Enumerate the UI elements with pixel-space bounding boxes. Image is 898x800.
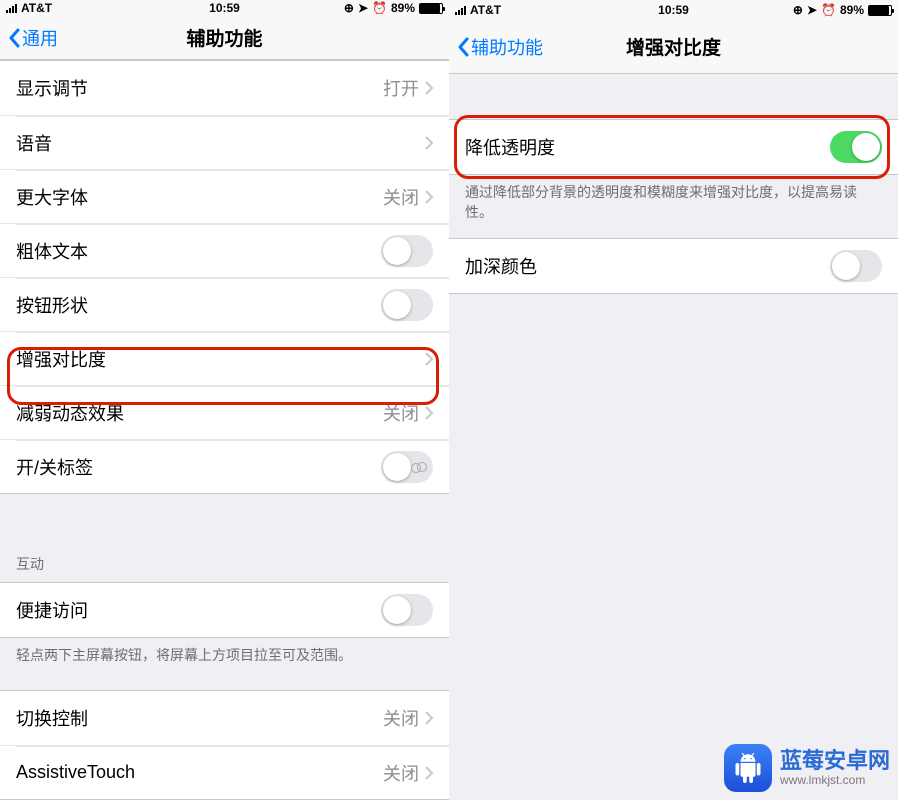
darken-colors-toggle[interactable] xyxy=(830,250,882,282)
row-label: 增强对比度 xyxy=(16,346,425,372)
row-label: 加深颜色 xyxy=(465,253,830,279)
chevron-right-icon xyxy=(425,766,433,780)
watermark-android-icon xyxy=(724,744,772,792)
row-display-accommodations[interactable]: 显示调节 打开 xyxy=(0,61,449,115)
row-label: 便捷访问 xyxy=(16,597,381,623)
reduce-transparency-footer: 通过降低部分背景的透明度和模糊度来增强对比度，以提高易读性。 xyxy=(449,175,898,238)
row-button-shapes[interactable]: 按钮形状 xyxy=(0,277,449,331)
chevron-right-icon xyxy=(425,81,433,95)
row-label: 更大字体 xyxy=(16,184,383,210)
row-label: 语音 xyxy=(16,130,425,156)
bold-text-toggle[interactable] xyxy=(381,235,433,267)
back-button[interactable]: 通用 xyxy=(0,25,58,51)
row-reduce-transparency[interactable]: 降低透明度 xyxy=(449,120,898,174)
back-label: 辅助功能 xyxy=(471,34,543,60)
group-interaction-2: 切换控制 关闭 AssistiveTouch 关闭 xyxy=(0,690,449,800)
row-label: AssistiveTouch xyxy=(16,762,383,783)
battery-icon xyxy=(419,3,443,14)
row-label: 显示调节 xyxy=(16,75,383,101)
chevron-left-icon xyxy=(457,37,469,57)
chevron-right-icon xyxy=(425,136,433,150)
battery-icon xyxy=(868,5,892,16)
watermark-title: 蓝莓安卓网 xyxy=(780,749,890,773)
watermark: 蓝莓安卓网 www.lmkjst.com xyxy=(724,744,890,792)
chevron-right-icon xyxy=(425,352,433,366)
status-time: 10:59 xyxy=(0,1,449,15)
row-increase-contrast[interactable]: 增强对比度 xyxy=(0,331,449,385)
watermark-url: www.lmkjst.com xyxy=(780,774,890,787)
status-bar: AT&T 10:59 ⊕ ➤ ⏰ 89% xyxy=(449,0,898,20)
section-header-interaction: 互动 xyxy=(0,494,449,582)
page-title: 辅助功能 xyxy=(0,24,449,51)
reachability-footer: 轻点两下主屏幕按钮，将屏幕上方项目拉至可及范围。 xyxy=(0,638,449,682)
back-button[interactable]: 辅助功能 xyxy=(449,34,543,60)
row-value: 关闭 xyxy=(383,705,419,731)
nav-bar: 通用 辅助功能 xyxy=(0,16,449,60)
phone-right: AT&T 10:59 ⊕ ➤ ⏰ 89% 辅助功能 增强对比度 降低透明度 通过… xyxy=(449,0,898,800)
row-reachability[interactable]: 便捷访问 xyxy=(0,583,449,637)
row-value: 关闭 xyxy=(383,400,419,426)
row-value: 关闭 xyxy=(383,184,419,210)
chevron-right-icon xyxy=(425,190,433,204)
row-darken-colors[interactable]: 加深颜色 xyxy=(449,239,898,293)
row-label: 开/关标签 xyxy=(16,454,381,480)
row-value: 关闭 xyxy=(383,760,419,786)
row-larger-text[interactable]: 更大字体 关闭 xyxy=(0,169,449,223)
group-vision: 显示调节 打开 语音 更大字体 关闭 粗体文本 按钮形状 增强对比度 减弱动态效… xyxy=(0,60,449,494)
reachability-toggle[interactable] xyxy=(381,594,433,626)
back-label: 通用 xyxy=(22,25,58,51)
phone-left: AT&T 10:59 ⊕ ➤ ⏰ 89% 通用 辅助功能 显示调节 打开 语音 xyxy=(0,0,449,800)
row-bold-text[interactable]: 粗体文本 xyxy=(0,223,449,277)
row-speech[interactable]: 语音 xyxy=(0,115,449,169)
row-label: 粗体文本 xyxy=(16,238,381,264)
row-label: 降低透明度 xyxy=(465,134,830,160)
reduce-transparency-toggle[interactable] xyxy=(830,131,882,163)
row-label: 切换控制 xyxy=(16,705,383,731)
chevron-right-icon xyxy=(425,406,433,420)
row-switch-control[interactable]: 切换控制 关闭 xyxy=(0,691,449,745)
chevron-left-icon xyxy=(8,28,20,48)
status-time: 10:59 xyxy=(449,3,898,17)
row-value: 打开 xyxy=(383,75,419,101)
row-reduce-motion[interactable]: 减弱动态效果 关闭 xyxy=(0,385,449,439)
button-shapes-toggle[interactable] xyxy=(381,289,433,321)
row-label: 按钮形状 xyxy=(16,292,381,318)
status-bar: AT&T 10:59 ⊕ ➤ ⏰ 89% xyxy=(0,0,449,16)
chevron-right-icon xyxy=(425,711,433,725)
nav-bar: 辅助功能 增强对比度 xyxy=(449,20,898,74)
group-reduce-transparency: 降低透明度 xyxy=(449,119,898,175)
row-label: 减弱动态效果 xyxy=(16,400,383,426)
on-off-labels-toggle[interactable] xyxy=(381,451,433,483)
row-assistivetouch[interactable]: AssistiveTouch 关闭 xyxy=(0,745,449,799)
group-interaction: 便捷访问 xyxy=(0,582,449,638)
row-on-off-labels[interactable]: 开/关标签 xyxy=(0,439,449,493)
group-darken-colors: 加深颜色 xyxy=(449,238,898,294)
